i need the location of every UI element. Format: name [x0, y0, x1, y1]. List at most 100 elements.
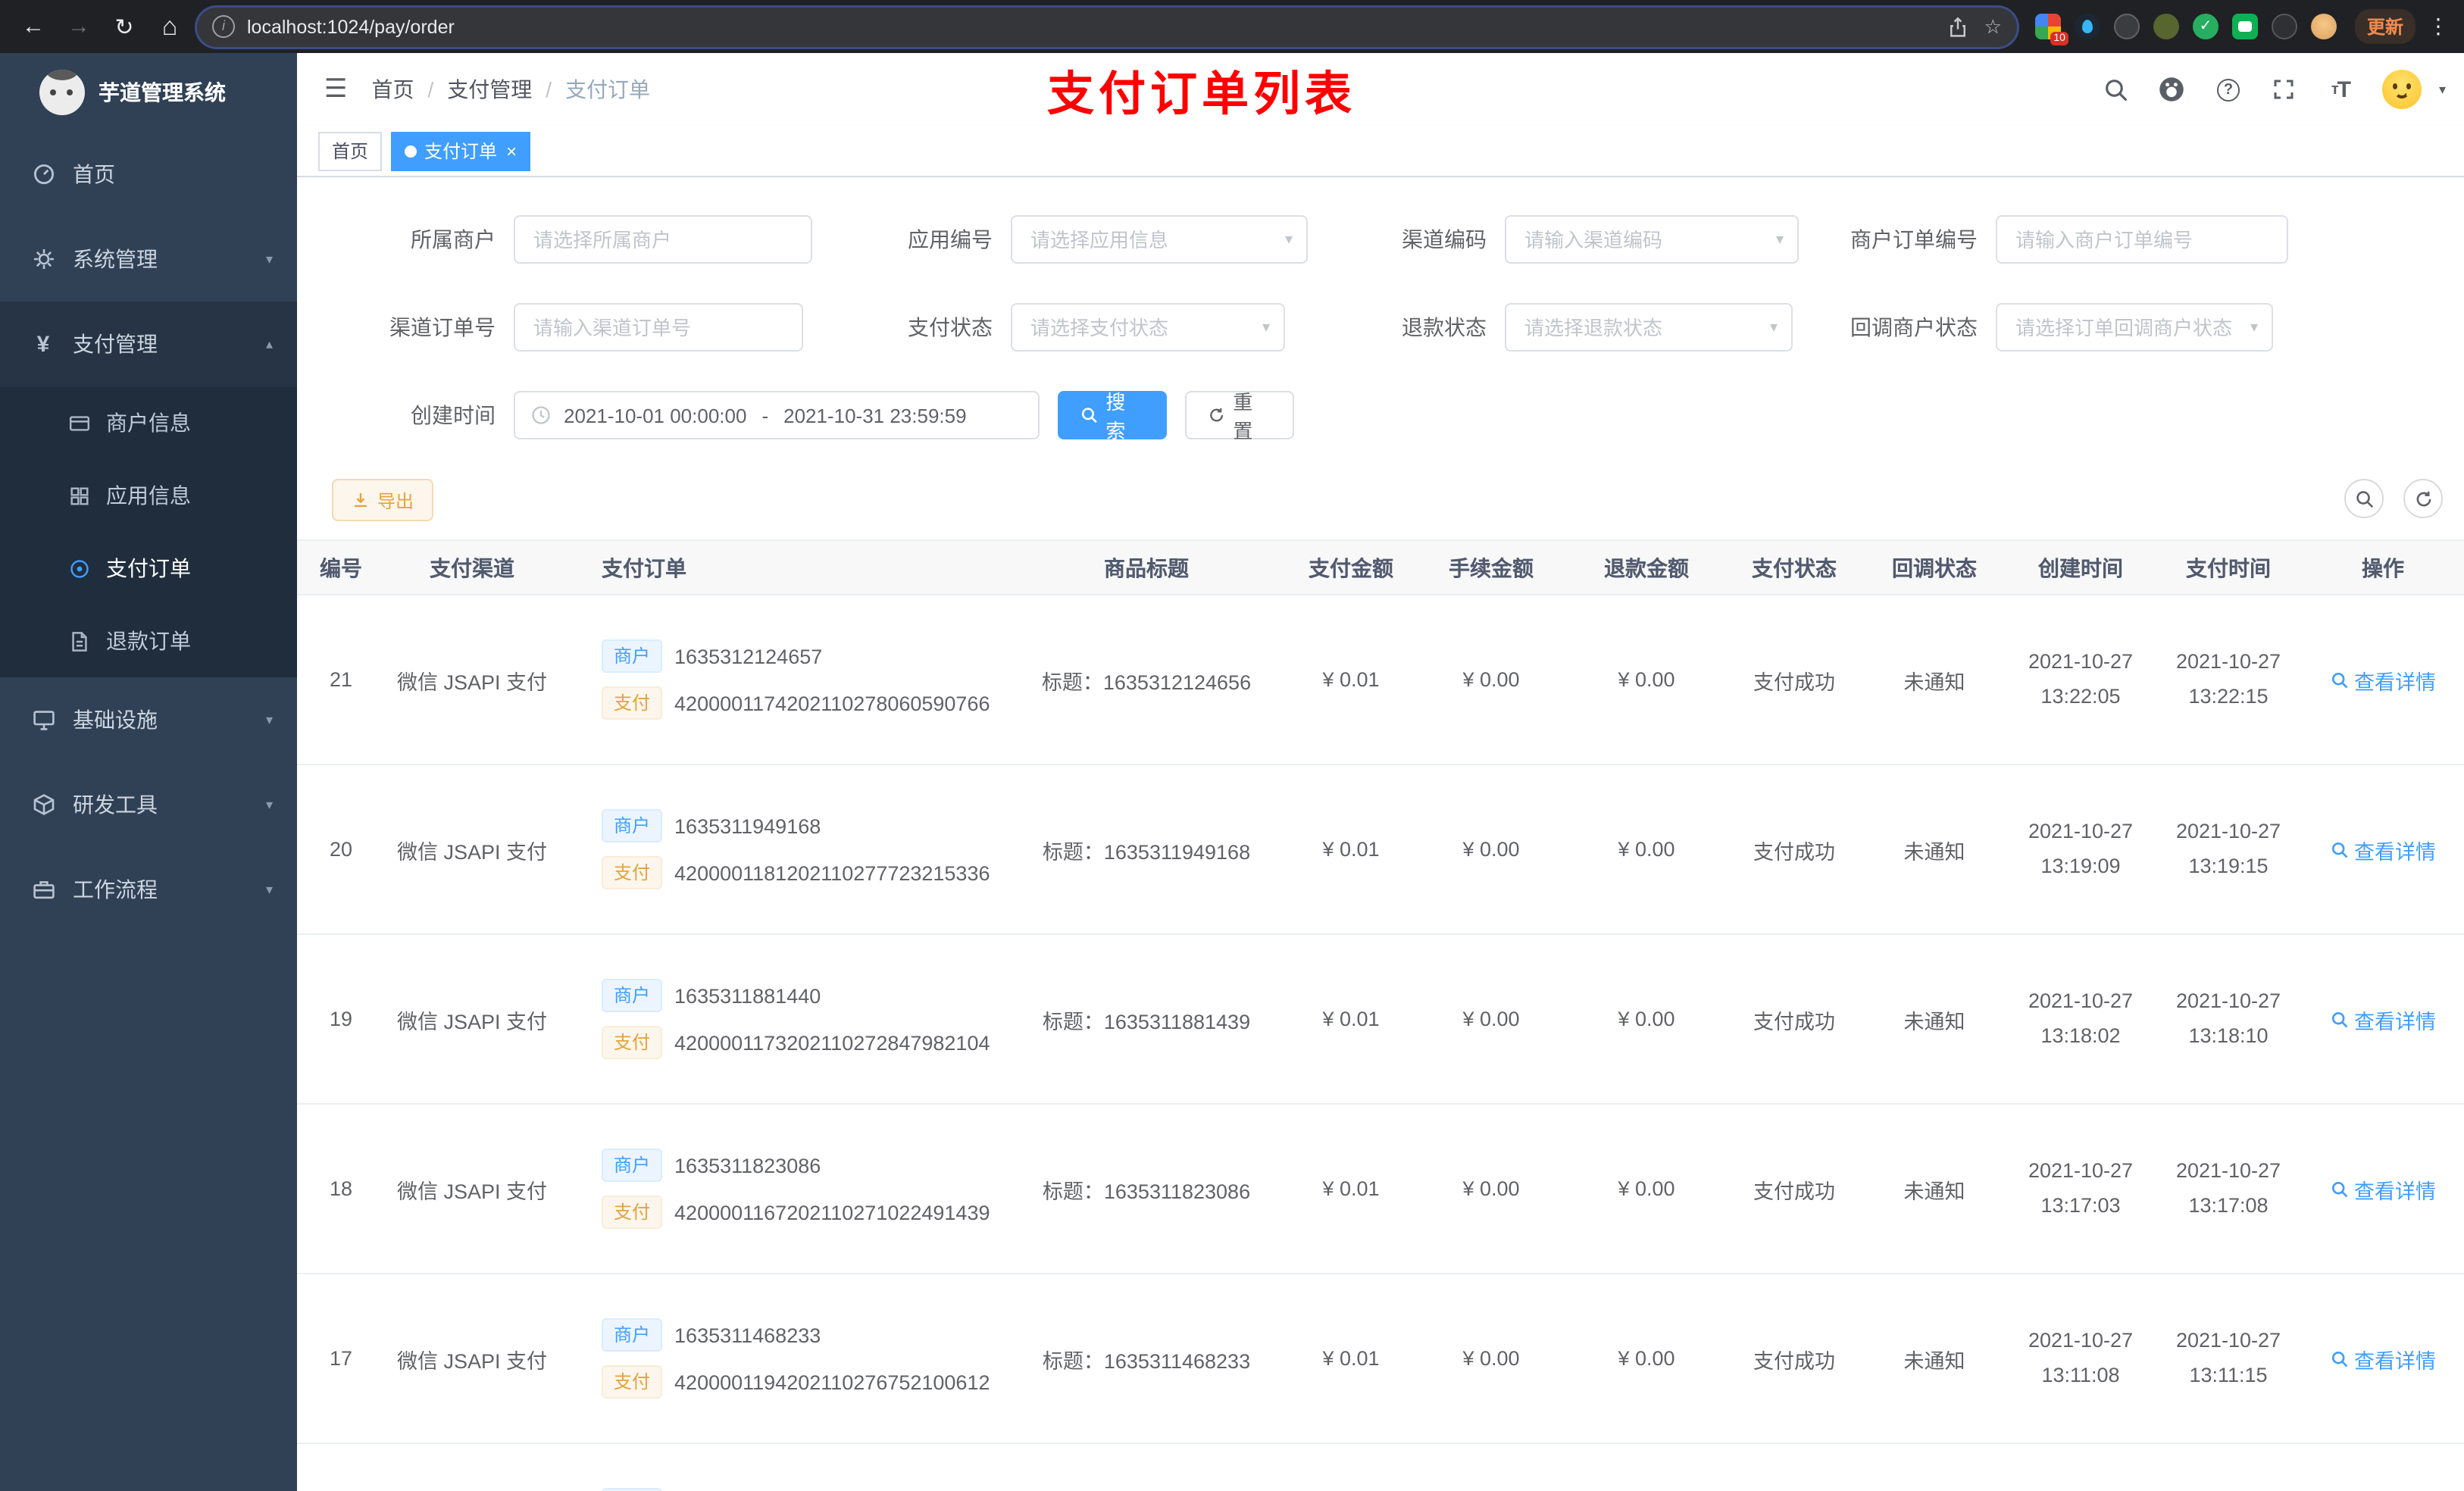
search-icon[interactable]: [2103, 76, 2130, 103]
view-detail-link[interactable]: 查看详情: [2330, 1343, 2436, 1374]
refresh-table-icon[interactable]: [2403, 479, 2443, 518]
sidebar-item-workflow[interactable]: 工作流程 ▾: [0, 847, 297, 932]
share-icon[interactable]: [1948, 16, 1969, 37]
home-icon[interactable]: ⌂: [152, 8, 188, 45]
sidebar-item-pay-order[interactable]: 支付订单: [0, 532, 297, 605]
extensions-puzzle-icon[interactable]: [2271, 14, 2297, 39]
tab-home[interactable]: 首页: [318, 131, 383, 170]
site-info-icon[interactable]: i: [212, 15, 235, 38]
column-header: 操作: [2362, 555, 2404, 580]
channel-order-no: 4200001181202110277723215336: [674, 861, 990, 884]
pay-tag: 支付: [602, 856, 663, 889]
merchant-tag: 商户: [602, 1318, 663, 1352]
channel-order-no: 4200001167202110271022491439: [674, 1201, 990, 1224]
channel-order-no: 4200001174202110278060590766: [674, 692, 990, 714]
extension-icon[interactable]: [2153, 14, 2179, 39]
reset-button[interactable]: 重置: [1185, 391, 1294, 442]
extension-icon[interactable]: [2192, 14, 2219, 39]
cell-id: 17: [329, 1347, 353, 1370]
view-detail-link[interactable]: 查看详情: [2330, 834, 2436, 864]
cell-pay-channel: 微信 JSAPI 支付: [396, 1349, 547, 1372]
date-range-picker[interactable]: 2021-10-01 00:00:00 - 2021-10-31 23:59:5…: [514, 391, 1040, 439]
forward-icon[interactable]: →: [61, 8, 97, 45]
sidebar-item-refund-order[interactable]: 退款订单: [0, 605, 297, 677]
table-body: 21 微信 JSAPI 支付 商户 1635312124657 支付 42000…: [297, 595, 2464, 1491]
pay-status-select[interactable]: [1012, 316, 1284, 339]
back-icon[interactable]: ←: [15, 8, 52, 45]
search-button[interactable]: 搜索: [1058, 391, 1167, 442]
app-logo[interactable]: 芋道管理系统: [0, 53, 297, 132]
cell-title: 标题：1635311823086: [1042, 1180, 1251, 1202]
pay-time: 13:18:10: [2188, 1024, 2269, 1046]
breadcrumb-home[interactable]: 首页: [372, 74, 414, 105]
user-avatar[interactable]: [2382, 70, 2422, 109]
sidebar-item-devtools[interactable]: 研发工具 ▾: [0, 762, 297, 847]
merchant-order-no-input[interactable]: [1997, 228, 2287, 251]
view-detail-label: 查看详情: [2354, 840, 2436, 863]
hamburger-icon[interactable]: ☰: [297, 74, 372, 105]
extension-icon[interactable]: [2074, 14, 2100, 39]
reload-icon[interactable]: ↻: [106, 8, 142, 45]
channel-code-input[interactable]: [1506, 228, 1797, 251]
filter-label: 渠道编码: [1402, 227, 1487, 252]
view-detail-link[interactable]: 查看详情: [2330, 664, 2436, 695]
view-detail-link[interactable]: 查看详情: [2330, 1004, 2436, 1034]
chevron-up-icon: ▴: [265, 336, 273, 351]
merchant-order-line: 商户 1635311881440: [602, 979, 821, 1012]
address-bar[interactable]: i localhost:1024/pay/order ☆: [197, 7, 2017, 46]
sidebar-item-infra[interactable]: 基础设施 ▾: [0, 677, 297, 762]
notify-status-select[interactable]: [1997, 316, 2272, 339]
cell-notify-status: [1862, 1444, 2006, 1491]
help-icon[interactable]: ?: [2215, 76, 2242, 103]
pay-time: 13:17:08: [2188, 1193, 2269, 1216]
close-icon[interactable]: ×: [506, 142, 517, 160]
url-text[interactable]: localhost:1024/pay/order: [247, 16, 1936, 37]
browser-update-button[interactable]: 更新: [2354, 9, 2416, 44]
tabs-bar: 首页 支付订单 ×: [297, 126, 2464, 177]
tab-pay-order[interactable]: 支付订单 ×: [391, 131, 531, 170]
app-select[interactable]: [1012, 228, 1306, 251]
clock-icon: [532, 406, 550, 424]
sidebar-item-label: 应用信息: [106, 483, 191, 508]
cell-pay-time: 2021-10-27 13:19:15: [2155, 765, 2302, 933]
sidebar-item-app-info[interactable]: 应用信息: [0, 459, 297, 532]
refund-status-select[interactable]: [1506, 316, 1791, 339]
cell-amount: [1287, 1444, 1415, 1491]
create-date: 2021-10-27: [2028, 650, 2134, 674]
view-detail-link[interactable]: 查看详情: [2330, 1174, 2436, 1204]
cell-create-time: 2021-10-27 13:19:09: [2006, 765, 2155, 933]
cell-id: 19: [329, 1008, 353, 1030]
browser-profile-avatar[interactable]: [2310, 14, 2337, 39]
browser-menu-icon[interactable]: ⋮: [2428, 14, 2449, 39]
font-size-icon[interactable]: тT: [2327, 76, 2354, 103]
chevron-down-icon: ▾: [265, 251, 273, 266]
merchant-select[interactable]: [515, 228, 811, 251]
pay-order-line: 支付 4200001173202110272847982104: [602, 1026, 990, 1059]
toggle-search-icon[interactable]: [2344, 479, 2384, 518]
filter-merchant-order-no: 商户订单编号: [1850, 215, 2288, 264]
export-button[interactable]: 导出: [332, 479, 434, 521]
breadcrumb-pay[interactable]: 支付管理: [447, 74, 532, 105]
filter-create-time: 创建时间 2021-10-01 00:00:00 - 2021-10-31 23…: [411, 391, 1040, 439]
sidebar-item-system[interactable]: 系统管理 ▾: [0, 217, 297, 302]
avatar-caret-icon[interactable]: ▾: [2439, 81, 2446, 98]
extension-icon[interactable]: [2113, 14, 2140, 39]
bookmark-star-icon[interactable]: ☆: [1984, 14, 2002, 39]
cell-pay-order: 商户 1635311468233 支付 42000011942021102767…: [559, 1274, 1006, 1443]
sidebar-item-home[interactable]: 首页: [0, 132, 297, 217]
cell-pay-channel: 微信 JSAPI 支付: [396, 670, 547, 693]
magnifier-icon: [2331, 1180, 2347, 1197]
sidebar-item-merchant-info[interactable]: 商户信息: [0, 386, 297, 459]
github-icon[interactable]: [2159, 76, 2186, 103]
extension-icon[interactable]: [2231, 14, 2258, 39]
merchant-order-no: 1635311881440: [674, 984, 821, 1007]
sidebar-item-pay[interactable]: ¥ 支付管理 ▴: [0, 302, 297, 386]
fullscreen-icon[interactable]: [2271, 76, 2298, 103]
cell-id: 21: [329, 668, 353, 691]
cell-fee: ¥ 0.00: [1462, 1177, 1520, 1200]
merchant-order-no: 1635312124657: [674, 645, 823, 667]
extension-icon[interactable]: 10: [2034, 14, 2068, 45]
cell-pay-time: 2021-10-27 13:22:15: [2155, 595, 2302, 764]
pay-order-line: 支付 4200001181202110277723215336: [602, 856, 990, 889]
channel-order-no-input[interactable]: [515, 316, 802, 339]
